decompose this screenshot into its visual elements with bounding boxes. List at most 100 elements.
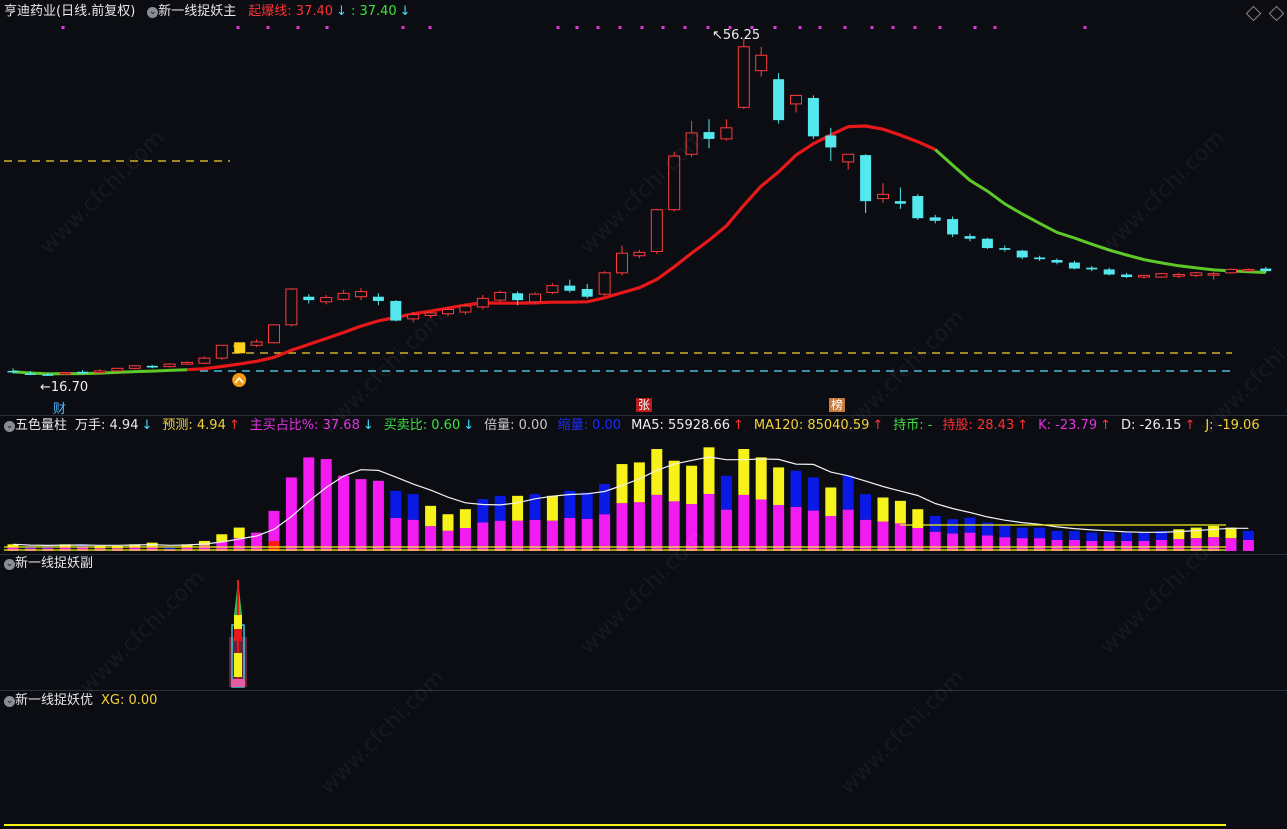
arrow-left-icon: ← [40,380,51,395]
sub-indicator-panel[interactable]: ⌄ 新一线捉妖副 [0,555,1287,690]
ma120-arrow-icon: ↑ [872,418,884,433]
candle-body [459,305,472,313]
candle-body [842,153,855,163]
volume-bar-base [320,459,332,551]
volume-bar-top [494,495,506,521]
candle-body [1155,273,1168,278]
signal-dot [1083,26,1087,29]
j-value: J: -19.06 [1205,418,1260,433]
volume-bar-base [1242,539,1254,551]
volume-bar-base [720,509,732,551]
sub-segment [234,629,242,641]
candle-body [720,127,733,140]
signal-dot [973,26,977,29]
volume-panel[interactable]: ⌄ 五色量柱 万手: 4.94 ↓ 预测: 4.94 ↑ 主买占比%: 37.6… [0,416,1287,554]
marker-bang[interactable]: 榜 [829,398,846,412]
value2: : 37.40 [350,4,397,19]
volume-bar-top [703,447,715,494]
signal-dot [325,26,329,29]
volume-bar-base [599,514,611,551]
signal-dot [556,26,560,29]
volume-bar-top [477,499,489,523]
candle-body [42,374,54,376]
candle-body [337,292,350,300]
volume-bar-base [1190,538,1202,551]
chevron-circle-icon[interactable]: ⌄ [4,420,15,432]
volume-bar-base [947,533,959,551]
volume-bar-base [285,477,297,551]
volume-panel-header: ⌄ 五色量柱 万手: 4.94 ↓ 预测: 4.94 ↑ 主买占比%: 37.6… [4,417,1260,435]
volume-bar-base [633,502,645,551]
candle-body [268,324,280,344]
jianliang-value: 缩量: 0.00 [557,418,622,433]
volume-bar-base [703,493,715,551]
volume-bar-top [581,492,593,519]
candle-body [198,357,211,364]
candle-body [633,251,646,257]
candle-body [598,272,611,295]
volume-indicator-name: 五色量柱 [15,418,68,433]
volume-bar-base [807,510,819,551]
volume-bar-top [720,475,732,510]
volume-bar-top [442,514,454,531]
candle-body [564,285,576,291]
candlestick-chart [4,26,1272,387]
volume-bar-base [355,479,367,551]
volume-bar-top [877,497,889,522]
candle-body [442,308,454,315]
candle-body [581,289,593,297]
candle-body [424,312,437,316]
main-chart-panel[interactable]: 亨迪药业(日线.前复权) ⌄ 新一线捉妖主 起爆线: 37.40 ↓ : 37.… [0,0,1287,417]
volume-bar-top [1173,529,1185,540]
candle-body [77,371,89,374]
volume-bar-top [999,525,1011,538]
volume-bar-base [860,519,872,551]
signal-square [234,342,246,354]
candle-body [703,132,715,139]
candle-body [912,196,924,219]
chevron-circle-icon[interactable]: ⌄ [4,558,15,570]
candle-body [146,365,158,368]
chevron-circle-icon[interactable]: ⌄ [4,695,15,707]
chevron-circle-icon[interactable]: ⌄ [147,6,159,18]
marker-zhang[interactable]: 张 [636,398,653,412]
qibao-arrow-icon: ↓ [336,4,347,19]
volume-bar-top [738,449,750,495]
candle-body [1260,268,1272,272]
candle-body [790,94,802,105]
volume-bar-top [1208,525,1220,538]
main-panel-header: 亨迪药业(日线.前复权) ⌄ 新一线捉妖主 起爆线: 37.40 ↓ : 37.… [4,3,411,21]
ma120-value: MA120: 85040.59 [753,418,870,433]
indicator-name: 新一线捉妖主 [158,4,237,19]
candle-body [1138,274,1150,278]
opt-indicator-chart [4,824,1226,826]
candle-body [1103,269,1115,275]
volume-bar-top [807,477,819,511]
candle-body [1207,273,1220,276]
candle-body [372,296,384,301]
candle-body [860,155,872,202]
signal-dot [661,26,665,29]
candle-body [111,367,124,372]
signal-dot [843,26,847,29]
volume-bar-top [1190,527,1202,539]
chigu-value: 持股: 28.43 [942,418,1015,433]
candle-body [807,97,819,137]
signal-dot [640,26,644,29]
volume-bar-base [981,535,993,551]
candle-body [529,293,541,303]
opt-indicator-panel[interactable]: ⌄ 新一线捉妖优 XG: 0.00 [0,691,1287,829]
signal-dot [296,26,300,29]
volume-bar-top [1086,532,1098,541]
candle-body [1225,268,1237,274]
beiliang-value: 倍量: 0.00 [484,418,548,433]
volume-bar-top [929,515,941,532]
candle-body [407,314,420,320]
volume-bar-top [894,500,906,524]
ma5-value: MA5: 55928.66 [631,418,730,433]
volume-bar-base [755,499,767,551]
candle-body [390,300,402,321]
signal-dot [618,26,622,29]
volume-bar-base [929,531,941,551]
candle-body [1172,274,1185,277]
